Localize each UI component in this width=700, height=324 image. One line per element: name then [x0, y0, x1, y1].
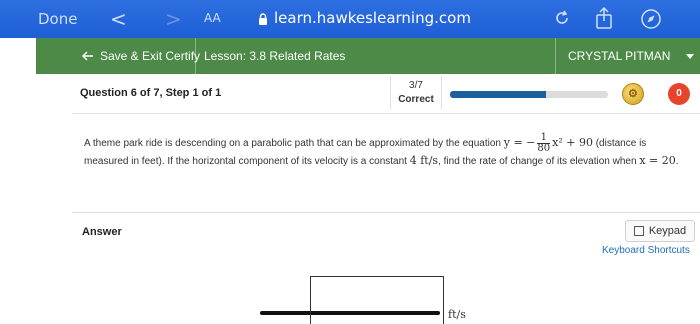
text-size-button[interactable]: AA [204, 11, 221, 25]
equation-rhs: x² + 90 [552, 136, 593, 150]
save-exit-button[interactable]: Save & Exit Certify [82, 49, 200, 63]
condition-value: x = 20 [639, 154, 676, 167]
score-status: Correct [398, 94, 434, 105]
incorrect-badge: 0 [668, 83, 690, 105]
score-box: 3/7 Correct [390, 76, 442, 110]
user-name: CRYSTAL PITMAN [568, 49, 671, 63]
header-divider [195, 38, 196, 74]
address-bar[interactable]: learn.hawkeslearning.com [258, 9, 471, 27]
equation-lhs: y = − [503, 136, 536, 150]
calculator-icon [633, 226, 644, 236]
answer-input[interactable] [310, 276, 444, 324]
done-button[interactable]: Done [38, 10, 77, 28]
lock-icon [259, 13, 267, 25]
equation-fraction: 1 80 [537, 133, 551, 154]
save-exit-label: Save & Exit Certify [100, 49, 201, 63]
app-header: Save & Exit Certify Lesson: 3.8 Related … [36, 38, 700, 74]
reload-icon[interactable] [552, 8, 572, 28]
arrow-left-icon [82, 51, 93, 61]
share-icon[interactable] [594, 6, 614, 30]
user-menu[interactable]: CRYSTAL PITMAN [555, 38, 700, 74]
progress-bar [450, 91, 608, 98]
score-value: 3/7 [409, 80, 423, 91]
lesson-title: Lesson: 3.8 Related Rates [204, 49, 346, 63]
back-button[interactable]: < [110, 7, 127, 31]
section-divider [72, 212, 700, 213]
problem-part-3: , find the rate of change of its elevati… [438, 156, 640, 167]
forward-button[interactable]: > [165, 7, 182, 31]
browser-toolbar: Done < > AA learn.hawkeslearning.com [0, 0, 700, 38]
fraction-denominator: 80 [537, 143, 551, 154]
keyboard-shortcuts-link[interactable]: Keyboard Shortcuts [602, 245, 690, 256]
chevron-down-icon [686, 54, 694, 59]
keypad-label: Keypad [648, 225, 687, 237]
progress-fill [450, 91, 547, 98]
url-text: learn.hawkeslearning.com [274, 9, 471, 27]
answer-unit: ft/s [448, 308, 466, 321]
question-title: Question 6 of 7, Step 1 of 1 [80, 87, 222, 99]
problem-end: . [675, 156, 679, 167]
keypad-button[interactable]: Keypad [625, 220, 695, 242]
coin-icon: ⚙ [622, 83, 644, 105]
compass-icon[interactable] [640, 8, 662, 30]
question-bar: Question 6 of 7, Step 1 of 1 3/7 Correct… [72, 74, 700, 114]
problem-part-1: A theme park ride is descending on a par… [84, 138, 504, 150]
answer-label: Answer [82, 226, 122, 238]
velocity-value: 4 ft/s [409, 154, 439, 167]
problem-text: A theme park ride is descending on a par… [84, 133, 684, 169]
